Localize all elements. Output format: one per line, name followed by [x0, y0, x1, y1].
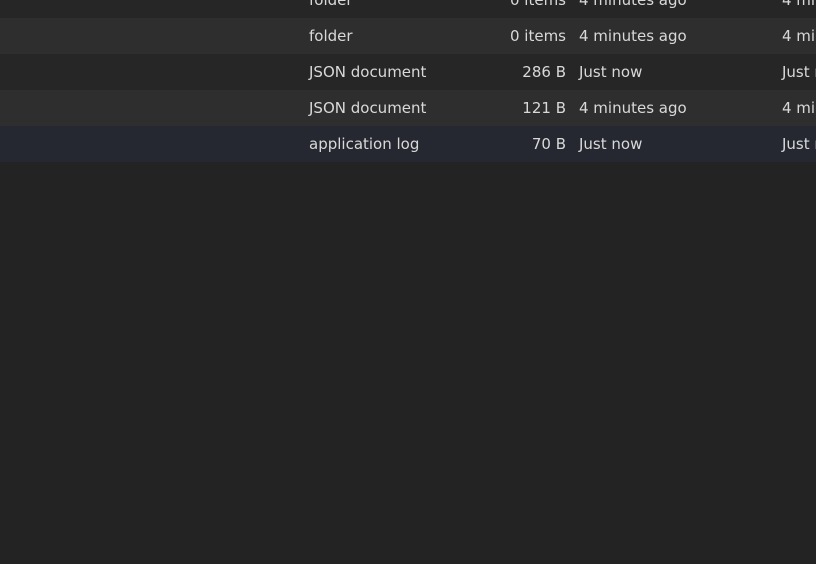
file-modified: 4 minutes ago: [579, 99, 687, 117]
file-size: 0 items: [509, 0, 566, 9]
file-modified: 4 minutes ago: [579, 0, 687, 9]
file-type: folder: [309, 0, 353, 9]
file-accessed: Just now: [782, 135, 816, 153]
file-accessed: 4 minutes ago: [782, 99, 816, 117]
file-row[interactable]: folder 0 items 4 minutes ago 4 minutes a…: [0, 18, 816, 54]
file-accessed: Just now: [782, 63, 816, 81]
file-type: folder: [309, 27, 353, 45]
file-size: 70 B: [531, 135, 566, 153]
file-row[interactable]: JSON document 121 B 4 minutes ago 4 minu…: [0, 90, 816, 126]
file-accessed: 4 minutes ago: [782, 0, 816, 9]
file-list: folder 0 items 4 minutes ago 4 minutes a…: [0, 0, 816, 162]
file-modified: Just now: [579, 63, 643, 81]
file-type: JSON document: [309, 63, 427, 81]
file-size: 121 B: [522, 99, 566, 117]
file-type: JSON document: [309, 99, 427, 117]
file-modified: 4 minutes ago: [579, 27, 687, 45]
file-size: 286 B: [522, 63, 566, 81]
file-size: 0 items: [509, 27, 566, 45]
file-row[interactable]: application log 70 B Just now Just now: [0, 126, 816, 162]
file-row[interactable]: JSON document 286 B Just now Just now: [0, 54, 816, 90]
file-modified: Just now: [579, 135, 643, 153]
file-accessed: 4 minutes ago: [782, 27, 816, 45]
file-row[interactable]: folder 0 items 4 minutes ago 4 minutes a…: [0, 0, 816, 18]
file-type: application log: [309, 135, 420, 153]
